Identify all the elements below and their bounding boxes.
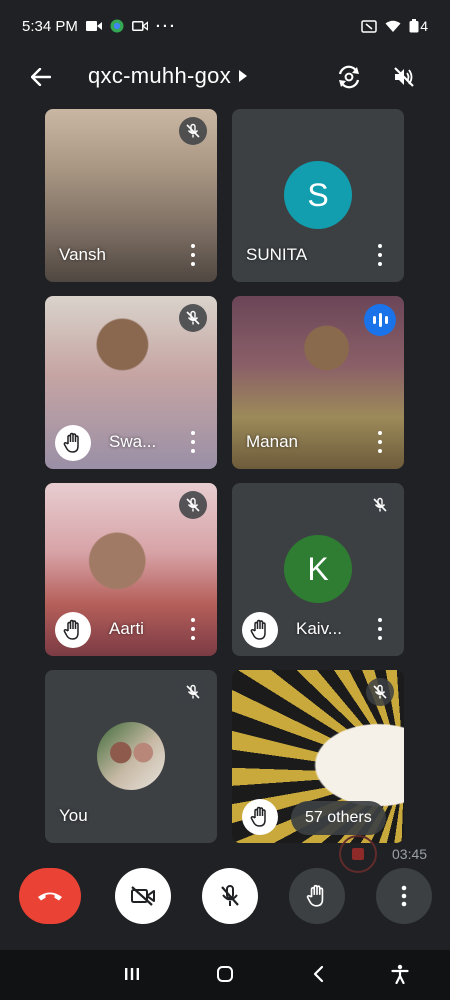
muted-indicator (366, 491, 394, 519)
raise-hand-button[interactable] (289, 868, 345, 924)
accessibility-button[interactable] (388, 962, 412, 986)
meeting-code: qxc-muhh-gox (88, 63, 231, 88)
switch-camera-button[interactable] (332, 60, 366, 94)
meeting-title-button[interactable]: qxc-muhh-gox (88, 63, 247, 89)
home-button[interactable] (213, 962, 237, 986)
participant-name: Manan (246, 432, 298, 451)
participant-name: Swa... (109, 432, 157, 451)
participant-name: SUNITA (246, 245, 308, 264)
participant-name: Aarti (109, 619, 144, 638)
more-vert-icon[interactable] (189, 618, 197, 640)
recent-apps-icon (125, 968, 139, 980)
battery-icon (409, 19, 419, 33)
camera-notification-icon (131, 21, 148, 31)
raised-hand-icon (250, 619, 266, 640)
avatar: K (284, 535, 352, 603)
caret-right-icon (239, 70, 247, 82)
avatar: S (284, 161, 352, 229)
raised-hand-icon (250, 806, 266, 827)
participant-name: You (59, 806, 88, 825)
switch-camera-icon (338, 65, 360, 89)
mic-off-icon (373, 497, 387, 512)
raised-hand-icon (63, 619, 79, 640)
camera-off-icon (131, 886, 155, 906)
participant-tile[interactable]: Manan (232, 296, 404, 469)
speaker-off-icon (394, 67, 414, 87)
participant-tile[interactable]: Aarti (45, 483, 217, 656)
more-vert-icon[interactable] (376, 431, 384, 453)
recording-timer: 03:45 (392, 846, 428, 862)
more-vert-icon[interactable] (189, 244, 197, 266)
mic-off-icon (221, 885, 239, 906)
raised-hand-indicator (55, 425, 91, 461)
participant-tile[interactable]: S SUNITA (232, 109, 404, 282)
more-vert-icon[interactable] (189, 431, 197, 453)
mic-off-icon (186, 310, 200, 325)
muted-indicator (179, 117, 207, 145)
speaker-toggle-button[interactable] (387, 60, 421, 94)
mic-off-icon (186, 684, 200, 699)
muted-indicator (179, 678, 207, 706)
speaking-indicator (364, 304, 396, 336)
wifi-icon (385, 20, 401, 32)
back-arrow-icon (31, 68, 51, 86)
mic-off-icon (186, 123, 200, 138)
meeting-header: qxc-muhh-gox (0, 52, 450, 100)
status-time: 5:34 PM (22, 17, 78, 35)
self-tile[interactable]: You (45, 670, 217, 843)
more-vert-icon (401, 885, 407, 907)
more-options-button[interactable] (376, 868, 432, 924)
mic-off-icon (373, 684, 387, 699)
raised-hand-icon (63, 432, 79, 453)
chevron-left-icon (313, 965, 324, 983)
home-icon (217, 966, 233, 982)
audio-level-bar (372, 316, 376, 324)
muted-indicator (179, 304, 207, 332)
system-navigation-bar (0, 950, 450, 1000)
video-notification-icon (85, 21, 102, 31)
participant-name: Kaiv... (296, 619, 342, 638)
phone-hangup-icon (38, 892, 62, 901)
more-vert-icon[interactable] (376, 244, 384, 266)
accessibility-icon (391, 964, 409, 984)
more-vert-icon[interactable] (376, 618, 384, 640)
recent-apps-button[interactable] (120, 962, 144, 986)
participant-tile[interactable]: Swa... (45, 296, 217, 469)
raised-hand-indicator (242, 612, 278, 648)
more-notifications-icon: ··· (155, 17, 177, 35)
others-count-badge[interactable]: 57 others (291, 801, 386, 835)
participant-tile[interactable]: Vansh (45, 109, 217, 282)
cast-icon (361, 19, 377, 33)
mic-off-icon (186, 497, 200, 512)
back-button[interactable] (26, 62, 56, 92)
audio-level-bar (384, 316, 388, 324)
raised-hand-indicator (242, 799, 278, 835)
recording-indicator[interactable] (339, 835, 377, 873)
muted-indicator (366, 678, 394, 706)
status-bar: 5:34 PM ··· 4 (0, 0, 450, 52)
back-nav-button[interactable] (306, 962, 330, 986)
muted-indicator (179, 491, 207, 519)
battery-level: 4 (420, 18, 428, 34)
end-call-button[interactable] (19, 868, 81, 924)
audio-level-bar (378, 313, 382, 327)
battery-indicator: 4 (409, 18, 428, 34)
others-tile[interactable]: 57 others (232, 670, 404, 843)
mic-toggle-button[interactable] (202, 868, 258, 924)
app-notification-icon (110, 19, 124, 33)
raised-hand-indicator (55, 612, 91, 648)
raised-hand-icon (306, 884, 324, 907)
avatar (97, 722, 165, 790)
record-icon (352, 848, 364, 860)
participant-tile[interactable]: K Kaiv... (232, 483, 404, 656)
camera-toggle-button[interactable] (115, 868, 171, 924)
participant-name: Vansh (59, 245, 106, 264)
